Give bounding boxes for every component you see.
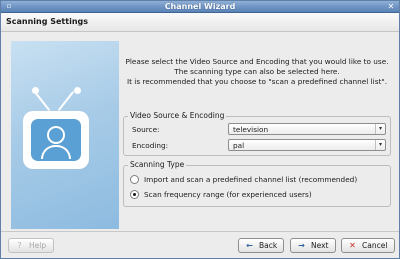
- group-title: Scanning Type: [128, 160, 187, 170]
- radio-button-selected[interactable]: [130, 190, 139, 199]
- chevron-down-icon[interactable]: ▾: [375, 140, 385, 150]
- arrow-right-icon: →: [298, 241, 305, 250]
- intro-text-line: Please select the Video Source and Encod…: [125, 57, 389, 66]
- channel-wizard-window: ▫ Channel Wizard ✕ Scanning Settings Ple…: [0, 0, 400, 259]
- next-button-label: Next: [311, 241, 329, 250]
- source-select[interactable]: television ▾: [228, 123, 386, 135]
- source-select-value: television: [233, 125, 269, 134]
- encoding-label: Encoding:: [132, 141, 169, 150]
- group-title: Video Source & Encoding: [128, 111, 227, 121]
- back-button[interactable]: ← Back: [238, 238, 284, 253]
- source-label: Source:: [132, 125, 160, 134]
- next-button[interactable]: → Next: [290, 238, 336, 253]
- footer-divider: [1, 231, 399, 232]
- intro-text-line: It is recommended that you choose to "sc…: [126, 77, 388, 86]
- help-button[interactable]: ? Help: [8, 238, 54, 253]
- page-title: Scanning Settings: [6, 17, 89, 26]
- back-button-label: Back: [259, 241, 278, 250]
- window-title: Channel Wizard: [164, 2, 236, 11]
- help-button-label: Help: [29, 241, 47, 250]
- user-head-icon: [47, 126, 65, 144]
- arrow-left-icon: ←: [246, 241, 253, 250]
- cancel-icon: ✕: [349, 241, 356, 250]
- radio-button[interactable]: [130, 175, 139, 184]
- help-icon: ?: [17, 241, 22, 250]
- tv-antenna-knob-icon: [32, 87, 39, 94]
- chevron-down-icon[interactable]: ▾: [375, 124, 385, 134]
- close-icon[interactable]: ✕: [386, 2, 396, 12]
- encoding-select-value: pal: [233, 141, 245, 150]
- radio-dot: [133, 193, 136, 196]
- title-bar[interactable]: ▫ Channel Wizard ✕: [1, 1, 399, 13]
- video-source-group: Video Source & Encoding Source: televisi…: [123, 111, 391, 156]
- page-header: Scanning Settings: [1, 13, 399, 32]
- scanning-type-group: Scanning Type Import and scan a predefin…: [123, 160, 391, 207]
- tv-antenna-knob-icon: [74, 87, 81, 94]
- cancel-button[interactable]: ✕ Cancel: [341, 238, 395, 253]
- intro-text-line: The scanning type can also be selected h…: [174, 67, 340, 76]
- radio-label[interactable]: Scan frequency range (for experienced us…: [144, 190, 312, 199]
- cancel-button-label: Cancel: [362, 241, 388, 250]
- radio-label[interactable]: Import and scan a predefined channel lis…: [144, 175, 357, 184]
- encoding-select[interactable]: pal ▾: [228, 139, 386, 151]
